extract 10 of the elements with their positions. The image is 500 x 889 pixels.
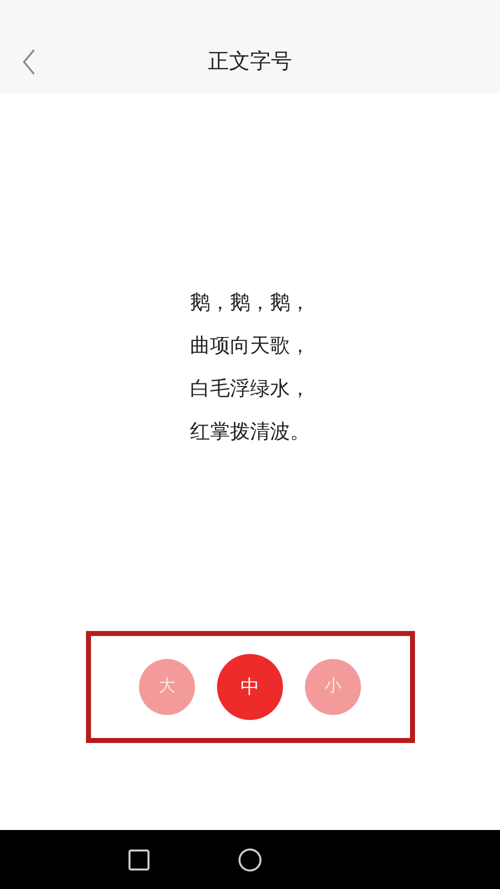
poem-line: 红掌拨清波。 (190, 418, 310, 445)
poem-line: 鹅，鹅，鹅， (190, 289, 310, 316)
recents-icon[interactable] (128, 848, 150, 870)
poem-line: 白毛浮绿水， (190, 375, 310, 402)
page-title: 正文字号 (208, 48, 292, 75)
font-size-option[interactable]: 大 (139, 659, 195, 715)
font-size-option[interactable]: 小 (305, 659, 361, 715)
font-size-option[interactable]: 中 (217, 654, 283, 720)
poem-line: 曲项向天歌， (190, 332, 310, 359)
home-icon[interactable] (238, 848, 262, 872)
